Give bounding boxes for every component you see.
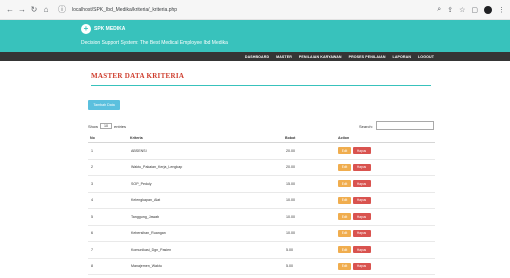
delete-button[interactable]: Hapus: [352, 229, 371, 237]
th-bobot[interactable]: Bobot: [285, 133, 295, 142]
cell-no: 7: [91, 247, 93, 252]
show-entries-control: Show 10 entries: [88, 123, 126, 129]
main-nav: DASHBOARD MASTER PENILAIAN KARYAWAN PROS…: [0, 52, 510, 61]
th-action[interactable]: Action: [338, 133, 349, 142]
url-text[interactable]: localhost/SPK_Ibd_Medika/kriteria/_krite…: [72, 7, 177, 13]
bookmark-icon[interactable]: ☆: [459, 6, 465, 14]
site-header: + SPK MEDIKA Decision Support System: Th…: [0, 20, 510, 52]
entries-select-value: 10: [104, 124, 109, 128]
info-icon[interactable]: ⓘ: [57, 4, 67, 15]
cell-action: Edit Hapus: [338, 209, 371, 225]
cell-bobot: 20.00: [286, 165, 295, 170]
cell-action: Edit Hapus: [338, 193, 371, 209]
table-header: No Kriteria Bobot Action: [88, 133, 435, 143]
edit-button[interactable]: Edit: [338, 180, 351, 188]
th-no[interactable]: No: [90, 133, 95, 142]
cell-kriteria: Tanggung_Jawab: [131, 214, 160, 219]
cell-bobot: 15.00: [286, 181, 295, 186]
cell-action: Edit Hapus: [338, 259, 371, 275]
share-icon[interactable]: ⇪: [447, 6, 453, 14]
forward-icon[interactable]: →: [17, 5, 27, 14]
kriteria-table: No Kriteria Bobot Action 1 ABSENSI 20.00…: [88, 133, 435, 275]
cell-no: 3: [91, 181, 93, 186]
cell-kriteria: Kelengkapan_Alat: [131, 198, 161, 203]
edit-button[interactable]: Edit: [338, 262, 351, 270]
cell-no: 8: [91, 264, 93, 269]
add-data-button[interactable]: Tambah Data: [88, 100, 120, 110]
nav-master[interactable]: MASTER: [276, 55, 292, 59]
zoom-icon[interactable]: ⌕: [437, 6, 441, 14]
logo-text: SPK MEDIKA: [94, 26, 126, 32]
home-icon[interactable]: ⌂: [41, 5, 51, 14]
cell-action: Edit Hapus: [338, 226, 371, 242]
nav-laporan[interactable]: LAPORAN: [393, 55, 411, 59]
table-row: 6 Kebersihan_Ruangan 10.00 Edit Hapus: [88, 226, 435, 242]
cell-action: Edit Hapus: [338, 160, 371, 176]
edit-button[interactable]: Edit: [338, 147, 351, 155]
table-row: 7 Komunikasi_Dgn_Pasien 5.00 Edit Hapus: [88, 242, 435, 259]
delete-button[interactable]: Hapus: [352, 180, 371, 188]
medical-cross-icon: +: [81, 24, 91, 34]
th-kriteria[interactable]: Kriteria: [130, 133, 143, 142]
nav-logout[interactable]: LOGOUT: [418, 55, 434, 59]
delete-button[interactable]: Hapus: [352, 147, 371, 155]
title-divider: [91, 85, 431, 86]
edit-button[interactable]: Edit: [338, 163, 351, 171]
reload-icon[interactable]: ↻: [29, 5, 39, 14]
cell-bobot: 10.00: [286, 231, 295, 236]
profile-avatar[interactable]: [484, 5, 492, 14]
cell-kriteria: Komunikasi_Dgn_Pasien: [131, 247, 172, 252]
site-tagline: Decision Support System: The Best Medica…: [81, 40, 228, 46]
show-prefix: Show: [88, 123, 99, 129]
cell-action: Edit Hapus: [338, 176, 371, 192]
cell-kriteria: Waktu_Pakaian_Kerja_Lengkap: [131, 165, 183, 170]
cell-bobot: 5.00: [286, 247, 293, 252]
edit-button[interactable]: Edit: [338, 213, 351, 221]
cell-no: 1: [91, 148, 93, 153]
delete-button[interactable]: Hapus: [352, 246, 371, 254]
kebab-menu-icon[interactable]: ⋮: [498, 6, 505, 14]
back-icon[interactable]: ←: [5, 5, 15, 14]
cell-kriteria: ABSENSI: [131, 148, 147, 153]
show-suffix: entries: [114, 123, 127, 129]
table-row: 8 Manajemen_Waktu 5.00 Edit Hapus: [88, 259, 435, 275]
cell-kriteria: SOP_Peduly: [131, 181, 152, 186]
cell-kriteria: Kebersihan_Ruangan: [131, 231, 166, 236]
cell-no: 6: [91, 231, 93, 236]
page-title: MASTER DATA KRITERIA: [91, 72, 185, 80]
cell-bobot: 5.00: [286, 264, 293, 269]
cell-no: 4: [91, 198, 93, 203]
nav-dashboard[interactable]: DASHBOARD: [245, 55, 269, 59]
cell-no: 2: [91, 165, 93, 170]
delete-button[interactable]: Hapus: [352, 262, 371, 270]
table-row: 2 Waktu_Pakaian_Kerja_Lengkap 20.00 Edit…: [88, 160, 435, 176]
delete-button[interactable]: Hapus: [352, 163, 371, 171]
cell-bobot: 10.00: [286, 198, 295, 203]
delete-button[interactable]: Hapus: [352, 213, 371, 221]
cell-action: Edit Hapus: [338, 242, 371, 258]
nav-proses-penilaian[interactable]: PROSES PENILAIAN: [349, 55, 386, 59]
browser-toolbar: ← → ↻ ⌂ ⓘ localhost/SPK_Ibd_Medika/krite…: [0, 0, 510, 20]
cell-action: Edit Hapus: [338, 143, 371, 159]
search-label: Search:: [359, 124, 373, 129]
search-input[interactable]: [376, 121, 434, 130]
edit-button[interactable]: Edit: [338, 229, 351, 237]
entries-select[interactable]: 10: [100, 123, 113, 129]
cell-no: 5: [91, 214, 93, 219]
table-row: 4 Kelengkapan_Alat 10.00 Edit Hapus: [88, 193, 435, 209]
table-row: 1 ABSENSI 20.00 Edit Hapus: [88, 143, 435, 160]
cell-kriteria: Manajemen_Waktu: [131, 264, 162, 269]
edit-button[interactable]: Edit: [338, 246, 351, 254]
address-bar[interactable]: ⓘ localhost/SPK_Ibd_Medika/kriteria/_kri…: [57, 4, 177, 15]
site-logo[interactable]: + SPK MEDIKA: [81, 24, 125, 34]
table-row: 3 SOP_Peduly 15.00 Edit Hapus: [88, 176, 435, 193]
cell-bobot: 10.00: [286, 214, 295, 219]
edit-button[interactable]: Edit: [338, 196, 351, 204]
tab-icon[interactable]: ▢: [471, 6, 478, 14]
table-row: 5 Tanggung_Jawab 10.00 Edit Hapus: [88, 209, 435, 226]
nav-penilaian-karyawan[interactable]: PENILAIAN KARYAWAN: [299, 55, 342, 59]
delete-button[interactable]: Hapus: [352, 196, 371, 204]
cell-bobot: 20.00: [286, 148, 295, 153]
